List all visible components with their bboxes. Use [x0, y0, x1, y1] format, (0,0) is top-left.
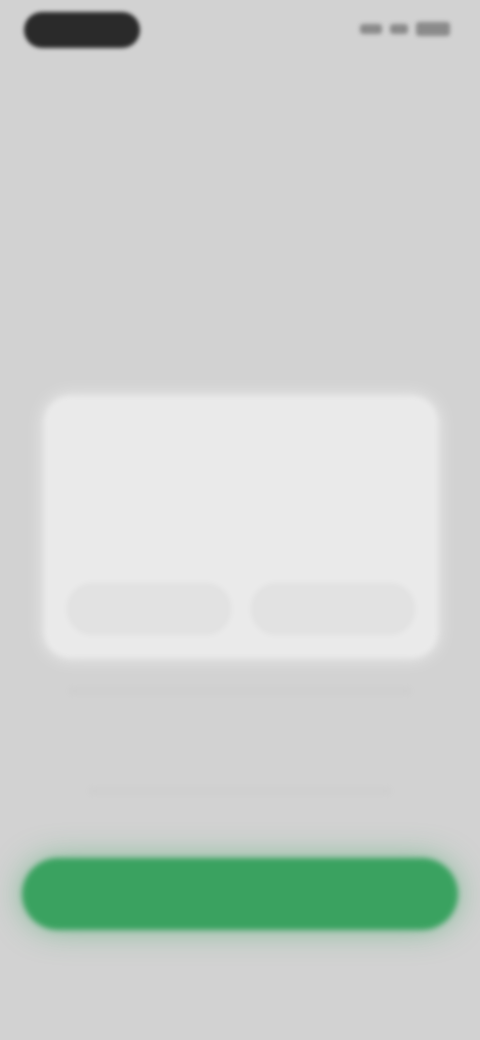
signal-icon	[360, 24, 382, 34]
app-screen	[0, 0, 480, 1040]
status-icons	[360, 22, 450, 36]
dialog-primary-button[interactable]	[252, 584, 414, 634]
status-bar	[0, 0, 480, 70]
status-time	[24, 12, 140, 48]
battery-icon	[416, 22, 450, 36]
dialog-actions	[68, 584, 414, 634]
divider	[70, 690, 410, 692]
divider	[90, 790, 390, 792]
modal-dialog	[44, 396, 438, 658]
dialog-secondary-button[interactable]	[68, 584, 230, 634]
wifi-icon	[390, 24, 408, 34]
continue-button[interactable]	[22, 858, 458, 930]
